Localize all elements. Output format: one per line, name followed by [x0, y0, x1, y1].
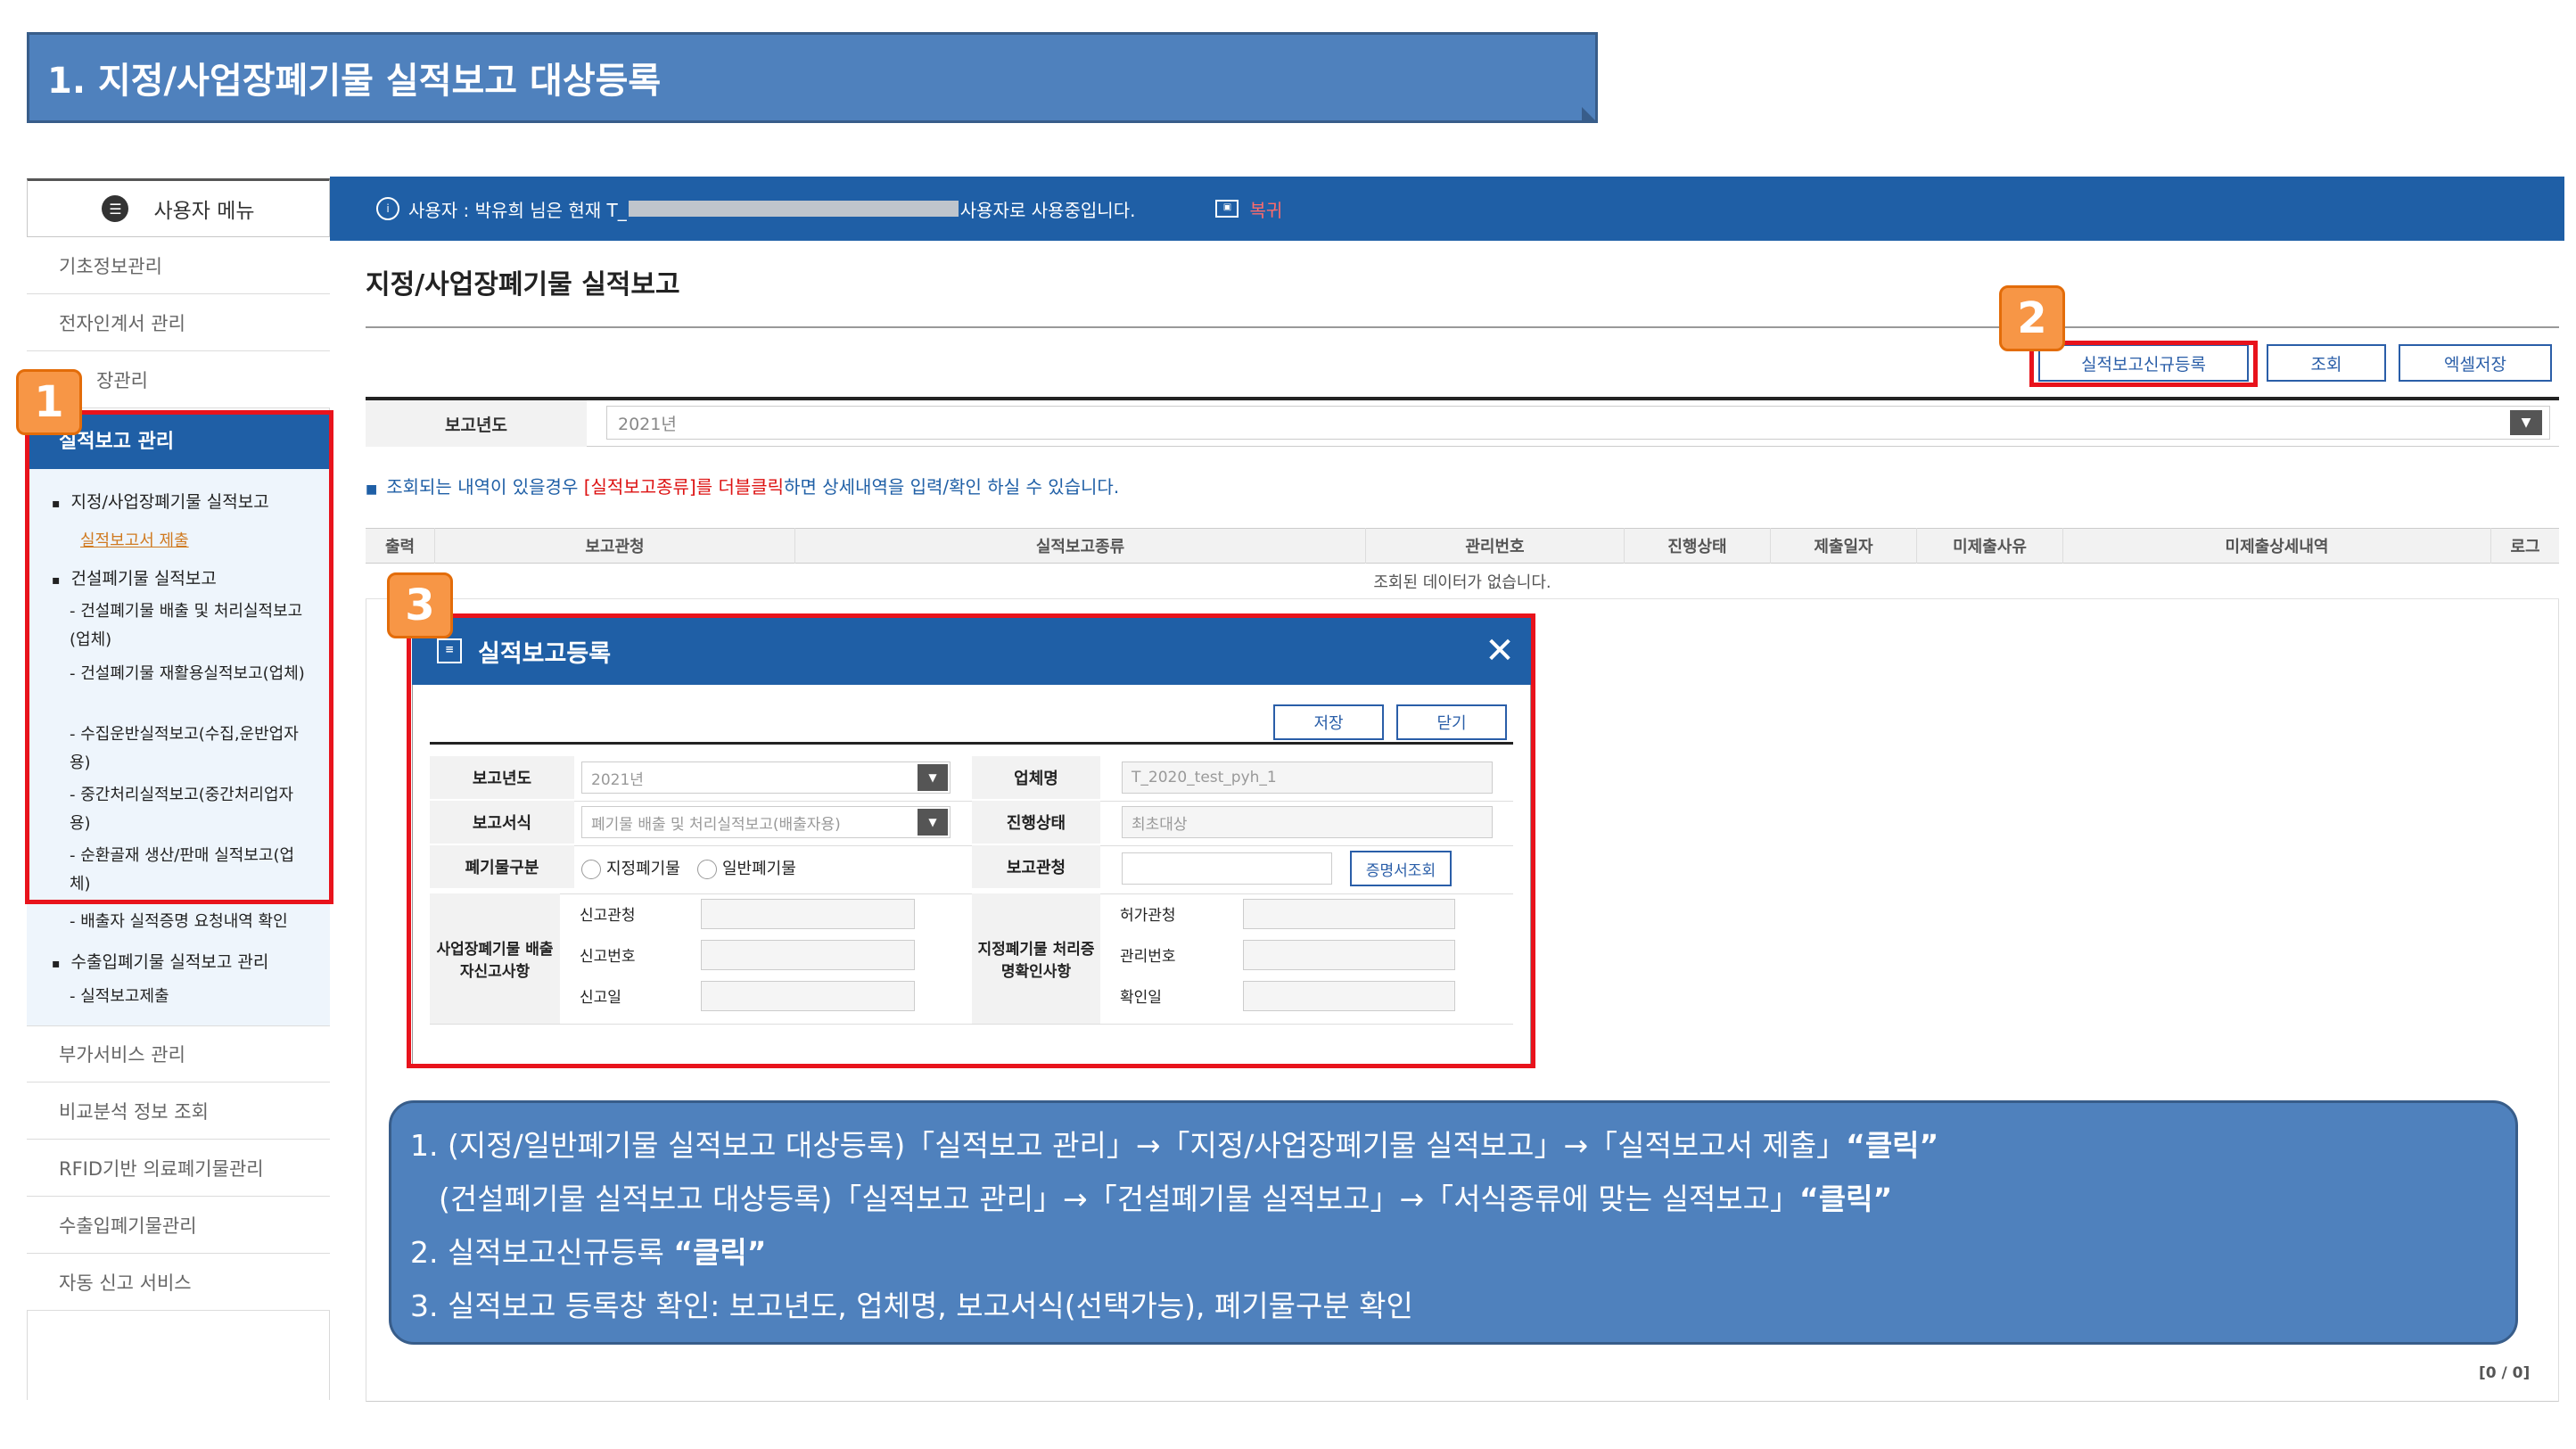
year-select-value: 2021년 — [618, 414, 677, 434]
highlight-box-sidebar — [25, 410, 333, 904]
search-year-label: 보고년도 — [366, 400, 587, 447]
slide-title: 1. 지정/사업장폐기물 실적보고 대상등록 — [27, 32, 1598, 123]
sidebar-item-compare[interactable]: 비교분석 정보 조회 — [27, 1083, 330, 1140]
callout-line-3: 2. 실적보고신규등록 “클릭” — [410, 1235, 767, 1270]
grid-header-unsubmit-detail[interactable]: 미제출상세내역 — [2063, 528, 2491, 564]
redacted-box — [628, 201, 959, 217]
grid-header-submit-date[interactable]: 제출일자 — [1771, 528, 1917, 564]
step-badge-1: 1 — [16, 369, 82, 435]
sidebar-item-basic-info[interactable]: 기초정보관리 — [27, 237, 330, 294]
highlight-box-new-button — [2029, 341, 2258, 387]
user-info-prefix: 사용자 : 박유희 님은 현재 T_ — [408, 199, 627, 221]
grid-header-unsubmit-reason[interactable]: 미제출사유 — [1917, 528, 2063, 564]
bullet-icon: ■ — [366, 482, 378, 497]
submenu-import[interactable]: 수출입폐기물 실적보고 관리 — [52, 949, 269, 973]
user-info-suffix: 사용자로 사용중입니다. — [959, 199, 1136, 221]
user-icon: i — [376, 197, 399, 220]
grid-header-report-type[interactable]: 실적보고종류 — [795, 528, 1366, 564]
grid-header-status[interactable]: 진행상태 — [1625, 528, 1771, 564]
slide-title-text: 1. 지정/사업장폐기물 실적보고 대상등록 — [47, 61, 662, 102]
highlight-box-modal — [407, 613, 1535, 1068]
page-title: 지정/사업장폐기물 실적보고 — [366, 269, 680, 301]
sidebar-header: ☰ 사용자 메뉴 — [27, 178, 330, 237]
step-badge-2: 2 — [1999, 285, 2065, 351]
callout-line-1: 1. (지정/일반폐기물 실적보고 대상등록)「실적보고 관리」→「지정/사업장… — [410, 1128, 1939, 1163]
restore-button[interactable]: ▣ 복귀 — [1215, 196, 1282, 222]
sidebar-item-auto-report[interactable]: 자동 신고 서비스 — [27, 1254, 330, 1311]
sidebar-item-import-export[interactable]: 수출입폐기물관리 — [27, 1197, 330, 1254]
notice-text: ■ 조회되는 내역이 있을경우 [실적보고종류]를 더블클릭하면 상세내역을 입력… — [366, 476, 1120, 498]
search-button[interactable]: 조회 — [2267, 344, 2386, 382]
grid-header-mgmt-no[interactable]: 관리번호 — [1366, 528, 1625, 564]
sidebar-item-e-manifest[interactable]: 전자인계서 관리 — [27, 294, 330, 351]
grid-empty-message: 조회된 데이터가 없습니다. — [366, 567, 2559, 599]
top-bar: i 사용자 : 박유희 님은 현재 T_ 사용자로 사용중입니다. ▣ 복귀 — [330, 177, 2564, 241]
excel-save-button[interactable]: 엑셀저장 — [2399, 344, 2552, 382]
callout-line-2: (건설폐기물 실적보고 대상등록)「실적보고 관리」→「건설폐기물 실적보고」→… — [439, 1181, 1893, 1216]
grid-header-office[interactable]: 보고관청 — [435, 528, 795, 564]
title-divider — [366, 326, 2559, 328]
callout-line-4: 3. 실적보고 등록창 확인: 보고년도, 업체명, 보고서식(선택가능), 폐… — [410, 1288, 1413, 1323]
restore-icon: ▣ — [1215, 200, 1239, 218]
grid-header-log[interactable]: 로그 — [2491, 528, 2559, 564]
submenu-import-1[interactable]: - 실적보고제출 — [70, 983, 310, 1011]
step-badge-3: 3 — [387, 572, 453, 638]
sidebar-header-label: 사용자 메뉴 — [153, 200, 255, 223]
year-select[interactable]: 2021년 ▼ — [606, 406, 2550, 440]
menu-icon: ☰ — [102, 195, 129, 222]
pager: [0 / 0] — [2479, 1364, 2531, 1382]
chevron-down-icon[interactable]: ▼ — [2510, 410, 2542, 435]
sidebar-item-rfid[interactable]: RFID기반 의료폐기물관리 — [27, 1140, 330, 1197]
grid-header-print[interactable]: 출력 — [366, 528, 435, 564]
submenu-construction-6[interactable]: - 배출자 실적증명 요청내역 확인 — [70, 908, 310, 936]
sidebar-item-additional[interactable]: 부가서비스 관리 — [27, 1025, 330, 1083]
